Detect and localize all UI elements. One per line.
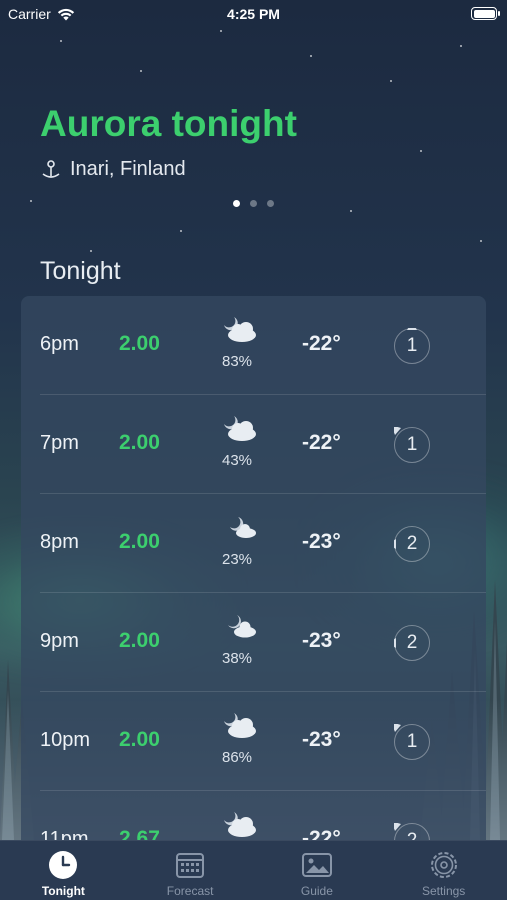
hour-label: 8pm: [40, 531, 79, 553]
tab-settings[interactable]: Settings: [380, 841, 507, 900]
tab-bar: Tonight Forecast Guide Settings: [0, 840, 507, 900]
temperature: -23°: [302, 728, 341, 751]
page-dot-2[interactable]: [250, 200, 257, 207]
calendar-icon: [176, 853, 205, 878]
tab-tonight[interactable]: Tonight: [0, 841, 127, 900]
temperature: -23°: [302, 530, 341, 553]
wind-speed: 1: [406, 434, 418, 455]
wind-indicator: 2: [388, 623, 434, 663]
tab-guide[interactable]: Guide: [254, 841, 381, 900]
wind-speed: 1: [406, 335, 418, 356]
page-title: Aurora tonight: [40, 103, 297, 144]
hour-row[interactable]: 8pm 2.00 23% -23° 2: [40, 494, 486, 593]
cloud-cover: 38%: [221, 650, 253, 667]
location-name: Inari, Finland: [70, 158, 186, 180]
photo-icon: [301, 853, 332, 877]
kp-value: 2.00: [119, 431, 160, 454]
page-indicator[interactable]: [0, 200, 507, 207]
hour-label: 7pm: [40, 432, 79, 454]
partly-cloudy-night-icon: [224, 317, 256, 342]
hour-row[interactable]: 6pm 2.00 83% -22° 1: [40, 296, 486, 395]
wind-indicator: 2: [388, 821, 434, 842]
status-time: 4:25 PM: [227, 6, 280, 22]
hour-row[interactable]: 9pm 2.00 38% -23° 2: [40, 593, 486, 692]
tab-label: Forecast: [166, 884, 214, 898]
partly-cloudy-night-icon: [224, 713, 256, 738]
cloud-cover: 23%: [221, 551, 253, 568]
section-title: Tonight: [40, 257, 121, 285]
wind-indicator: 2: [388, 524, 434, 564]
clock-icon: [49, 851, 78, 879]
kp-value: 2.00: [119, 728, 160, 751]
tab-label: Tonight: [41, 884, 85, 898]
temperature: -23°: [302, 629, 341, 652]
wind-indicator: 1: [388, 722, 434, 762]
wind-speed: 2: [406, 632, 418, 653]
tab-forecast[interactable]: Forecast: [127, 841, 254, 900]
cloud-cover: 43%: [221, 452, 253, 469]
hour-row[interactable]: 10pm 2.00 86% -23° 1: [40, 692, 486, 791]
tab-label: Guide: [300, 884, 333, 898]
battery-icon: [471, 7, 500, 20]
location-label[interactable]: Inari, Finland: [40, 158, 186, 181]
page-dot-3[interactable]: [267, 200, 274, 207]
cloud-cover: 83%: [221, 353, 253, 370]
wind-indicator: 1: [388, 425, 434, 465]
partly-cloudy-night-icon: [224, 812, 256, 837]
hour-label: 6pm: [40, 333, 79, 355]
hour-row[interactable]: 7pm 2.00 43% -22° 1: [40, 395, 486, 494]
gear-icon: [430, 852, 457, 878]
partly-cloudy-night-icon: [230, 517, 256, 538]
hour-row[interactable]: 11pm 2.67 -22° 2: [40, 791, 486, 842]
cloud-cover: 86%: [221, 749, 253, 766]
hourly-forecast-card[interactable]: 6pm 2.00 83% -22° 1 7pm 2.00 43% -22° 1 …: [21, 296, 486, 842]
hour-label: 9pm: [40, 630, 79, 652]
partly-cloudy-night-icon: [224, 416, 256, 441]
kp-value: 2.00: [119, 332, 160, 355]
location-pin-icon: [42, 159, 60, 178]
temperature: -22°: [302, 332, 341, 355]
partly-cloudy-night-icon: [228, 615, 256, 638]
wind-speed: 2: [406, 533, 418, 554]
wind-indicator: 1: [388, 326, 434, 366]
kp-value: 2.00: [119, 629, 160, 652]
page-dot-1[interactable]: [233, 200, 240, 207]
temperature: -22°: [302, 431, 341, 454]
kp-value: 2.00: [119, 530, 160, 553]
status-bar: Carrier 4:25 PM: [0, 0, 507, 28]
hour-label: 10pm: [40, 729, 91, 751]
wind-speed: 1: [406, 731, 418, 752]
tab-label: Settings: [421, 884, 466, 898]
